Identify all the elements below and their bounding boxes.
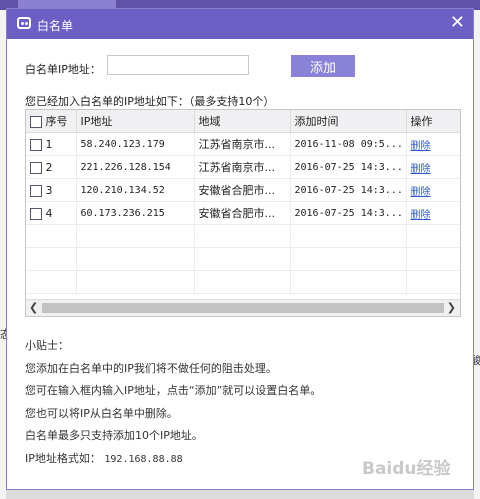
dialog-titlebar: 白名单 ✕ xyxy=(7,9,473,39)
row-checkbox[interactable] xyxy=(30,138,42,151)
row-no: 1 xyxy=(45,137,53,151)
background-right-strip xyxy=(474,10,480,499)
empty-row xyxy=(26,247,460,271)
tip-line: 您也可以将IP从白名单中删除。 xyxy=(25,406,178,420)
table-row: 3 120.210.134.52 安徽省合肥市... 2016-07-25 14… xyxy=(26,178,460,202)
scrollbar-thumb[interactable] xyxy=(42,303,444,313)
row-region: 江苏省南京市... xyxy=(194,155,291,179)
ip-address-label: 白名单IP地址： xyxy=(25,63,101,76)
horizontal-scrollbar[interactable]: ❮ ❯ xyxy=(26,299,460,316)
delete-link[interactable]: 删除 xyxy=(411,164,431,175)
tips-section: 小贴士： 您添加在白名单中的IP我们将不做任何的阻击处理。 您可在输入框内输入I… xyxy=(25,335,321,471)
ip-address-input[interactable] xyxy=(107,55,249,75)
row-region: 安徽省合肥市... xyxy=(194,201,291,225)
row-time: 2016-07-25 14:3... xyxy=(290,178,407,202)
row-no: 4 xyxy=(45,206,53,220)
header-action: 操作 xyxy=(406,110,460,133)
table-row: 4 60.173.236.215 安徽省合肥市... 2016-07-25 14… xyxy=(26,201,460,225)
arrow-left-icon[interactable]: ❮ xyxy=(29,301,38,314)
table-row: 1 58.240.123.179 江苏省南京市... 2016-11-08 09… xyxy=(26,132,460,156)
row-checkbox[interactable] xyxy=(30,184,42,197)
header-no: 序号 xyxy=(45,115,68,128)
whitelist-caption: 您已经加入白名单的IP地址如下：（最多支持10个） xyxy=(25,95,275,108)
header-time[interactable]: 添加时间 xyxy=(290,110,407,133)
arrow-right-icon[interactable]: ❯ xyxy=(447,301,456,314)
whitelist-dialog: 白名单 ✕ 白名单IP地址： 添加 您已经加入白名单的IP地址如下：（最多支持1… xyxy=(6,8,474,490)
row-time: 2016-11-08 09:5... xyxy=(290,132,407,156)
ip-format-example: 192.168.88.88 xyxy=(104,453,183,465)
header-region[interactable]: 地域 xyxy=(194,110,291,133)
empty-row xyxy=(26,224,460,248)
dialog-title: 白名单 xyxy=(37,19,74,33)
row-time: 2016-07-25 14:3... xyxy=(290,201,407,225)
ip-format-line: IP地址格式如： 192.168.88.88 xyxy=(25,448,321,472)
row-checkbox[interactable] xyxy=(30,207,42,220)
select-all-checkbox[interactable] xyxy=(30,116,42,128)
delete-link[interactable]: 删除 xyxy=(411,187,431,198)
add-ip-row: 白名单IP地址： 添加 xyxy=(25,55,465,81)
row-no: 2 xyxy=(45,160,53,174)
row-ip: 221.226.128.154 xyxy=(76,155,195,179)
empty-row xyxy=(26,270,460,294)
row-region: 安徽省合肥市... xyxy=(194,178,291,202)
header-ip[interactable]: IP地址 xyxy=(76,110,195,133)
row-no: 3 xyxy=(45,183,53,197)
tip-line: 您可在输入框内输入IP地址，点击“添加”就可以设置白名单。 xyxy=(25,384,322,397)
whitelist-table: 序号 IP地址 地域 添加时间 操作 1 58.240.123.179 江苏省南… xyxy=(25,109,461,317)
row-ip: 120.210.134.52 xyxy=(76,178,195,202)
tip-line: 您添加在白名单中的IP我们将不做任何的阻击处理。 xyxy=(25,361,277,375)
tips-heading: 小贴士： xyxy=(25,339,69,352)
row-time: 2016-07-25 14:3... xyxy=(290,155,407,179)
delete-link[interactable]: 删除 xyxy=(411,210,431,221)
add-button[interactable]: 添加 xyxy=(291,55,355,77)
delete-link[interactable]: 删除 xyxy=(411,141,431,152)
row-checkbox[interactable] xyxy=(30,161,42,174)
row-ip: 60.173.236.215 xyxy=(76,201,195,225)
tip-line: 白名单最多只支持添加10个IP地址。 xyxy=(25,429,203,442)
table-header-row: 序号 IP地址 地域 添加时间 操作 xyxy=(26,110,460,133)
ip-format-label: IP地址格式如： xyxy=(25,451,101,465)
baidu-watermark: Baidu经验 xyxy=(362,459,451,479)
chat-bubble-icon xyxy=(17,17,31,29)
header-select-no: 序号 xyxy=(26,110,77,133)
row-region: 江苏省南京市... xyxy=(194,132,291,156)
table-row: 2 221.226.128.154 江苏省南京市... 2016-07-25 1… xyxy=(26,155,460,179)
close-icon[interactable]: ✕ xyxy=(450,13,465,33)
row-ip: 58.240.123.179 xyxy=(76,132,195,156)
